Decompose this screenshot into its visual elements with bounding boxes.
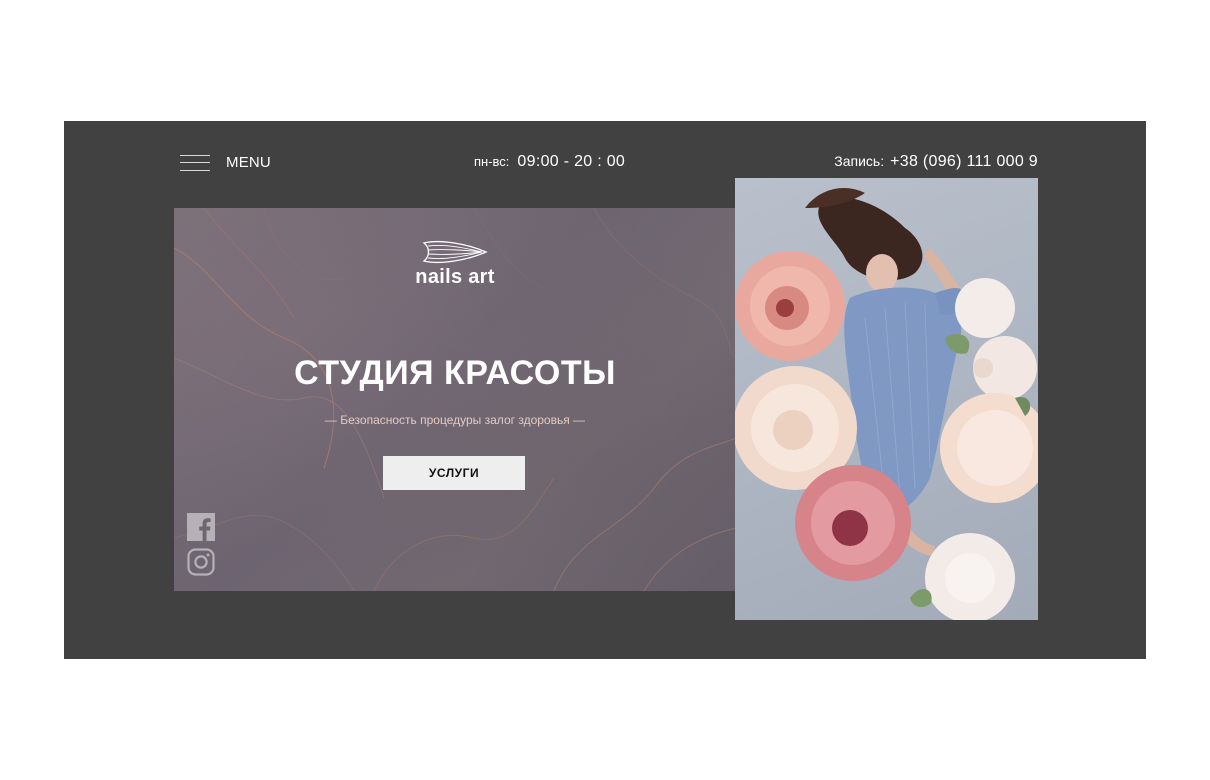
social-links xyxy=(187,513,215,576)
menu-button[interactable]: MENU xyxy=(180,154,271,171)
booking-phone[interactable]: Запись: +38 (096) 111 000 9 xyxy=(834,153,1038,171)
hero-subtitle: — Безопасность процедуры залог здоровья … xyxy=(324,413,586,427)
services-button[interactable]: УСЛУГИ xyxy=(383,456,525,490)
instagram-link[interactable] xyxy=(187,548,215,576)
opening-hours: пн-вс: 09:00 - 20 : 00 xyxy=(474,153,625,171)
instagram-icon xyxy=(187,548,215,576)
hero-panel: nails art СТУДИЯ КРАСОТЫ — Безопасность … xyxy=(174,208,736,591)
facebook-link[interactable] xyxy=(187,513,215,541)
feather-logo-icon xyxy=(422,240,488,264)
hero-photo xyxy=(735,178,1038,620)
phone-label: Запись: xyxy=(834,153,885,169)
phone-number[interactable]: +38 (096) 111 000 9 xyxy=(890,153,1038,171)
page-frame: MENU пн-вс: 09:00 - 20 : 00 Запись: +38 … xyxy=(64,121,1146,659)
menu-label: MENU xyxy=(226,154,271,171)
hero-title: СТУДИЯ КРАСОТЫ xyxy=(294,354,616,392)
hamburger-icon xyxy=(180,154,210,171)
brand-name: nails art xyxy=(415,266,495,288)
hours-label: пн-вс: xyxy=(474,154,510,169)
hours-value: 09:00 - 20 : 00 xyxy=(517,153,626,170)
brand-logo[interactable]: nails art xyxy=(174,240,736,289)
woman-with-peonies-image xyxy=(735,188,1038,620)
facebook-icon xyxy=(187,513,215,541)
